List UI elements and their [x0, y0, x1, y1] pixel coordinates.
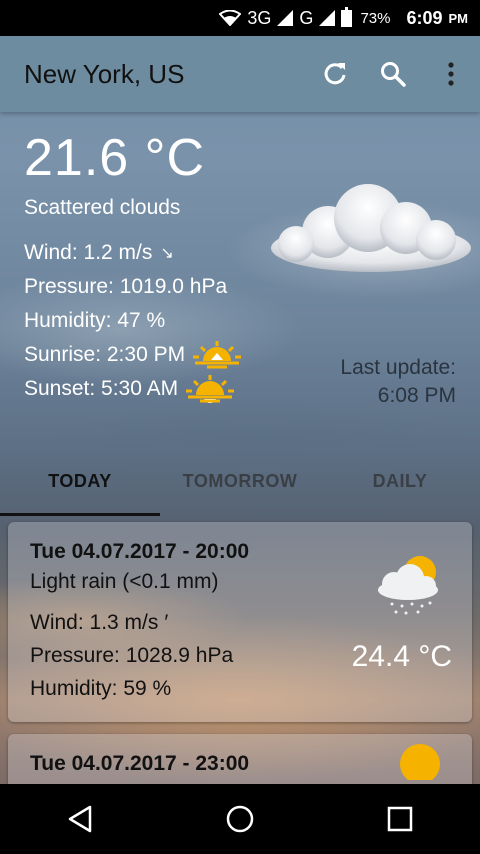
forecast-tabs: TODAY TOMORROW DAILY	[0, 446, 480, 516]
forecast-list[interactable]: Tue 04.07.2017 - 20:00 Light rain (<0.1 …	[0, 516, 480, 784]
signal-icon	[277, 10, 294, 26]
back-icon	[68, 805, 92, 833]
recents-icon	[387, 806, 413, 832]
home-button[interactable]	[210, 789, 270, 849]
tab-today[interactable]: TODAY	[0, 446, 160, 516]
home-icon	[226, 805, 254, 833]
search-icon[interactable]	[378, 59, 408, 89]
network-type: 3G	[247, 7, 272, 28]
more-vert-icon[interactable]	[436, 59, 466, 89]
clock: 6:09	[406, 7, 443, 28]
sun-cloud-rain-icon	[374, 552, 450, 621]
pressure-row: Pressure: 1019.0 hPa	[24, 275, 228, 298]
network-type-2: G	[299, 7, 314, 28]
forecast-temperature: 24.4 °C	[351, 640, 452, 673]
last-update: Last update: 6:08 PM	[340, 354, 456, 410]
current-description: Scattered clouds	[24, 196, 181, 219]
last-update-label: Last update:	[340, 356, 456, 379]
wind-value: Wind: 1.2 m/s	[24, 241, 153, 264]
signal-icon-2	[319, 10, 336, 26]
current-details: Wind: 1.2 m/s ↘ Pressure: 1019.0 hPa Hum…	[24, 236, 242, 406]
app-bar: New York, US	[0, 36, 480, 112]
forecast-card[interactable]: Tue 04.07.2017 - 23:00	[8, 734, 472, 784]
recents-button[interactable]	[370, 789, 430, 849]
forecast-wind-direction-icon: ′	[164, 610, 169, 634]
last-update-time: 6:08 PM	[377, 384, 456, 407]
sunset-row: Sunset: 5:30 AM	[24, 372, 241, 406]
sunset-value: Sunset: 5:30 AM	[24, 377, 179, 400]
current-temperature: 21.6 °C	[24, 129, 206, 187]
forecast-card[interactable]: Tue 04.07.2017 - 20:00 Light rain (<0.1 …	[8, 522, 472, 722]
tab-tomorrow[interactable]: TOMORROW	[160, 446, 320, 516]
location-title: New York, US	[24, 58, 185, 89]
cloud-icon	[266, 180, 476, 280]
wind-row: Wind: 1.2 m/s ↘	[24, 236, 241, 270]
forecast-humidity: Humidity: 59 %	[30, 676, 172, 700]
battery-level: 73%	[360, 9, 391, 27]
wind-direction-icon: ↘	[160, 245, 174, 262]
back-button[interactable]	[50, 789, 110, 849]
humidity-row: Humidity: 47 %	[24, 309, 166, 332]
sun-icon	[390, 730, 450, 784]
wifi-icon	[219, 10, 242, 26]
sunrise-icon	[193, 341, 242, 369]
clock-ampm: PM	[448, 10, 469, 26]
navigation-bar	[0, 784, 480, 854]
sunrise-row: Sunrise: 2:30 PM	[24, 338, 242, 372]
current-conditions: 21.6 °C Scattered clouds Wind: 1.2 m/s ↘…	[24, 128, 242, 406]
battery-icon	[341, 6, 353, 27]
status-bar: 3G G 73% 6:09 PM	[0, 0, 480, 36]
forecast-wind-value: Wind: 1.3 m/s	[30, 610, 159, 634]
tab-daily[interactable]: DAILY	[320, 446, 480, 516]
sunrise-value: Sunrise: 2:30 PM	[24, 343, 186, 366]
refresh-icon[interactable]	[320, 59, 350, 89]
sunset-icon	[186, 375, 235, 403]
